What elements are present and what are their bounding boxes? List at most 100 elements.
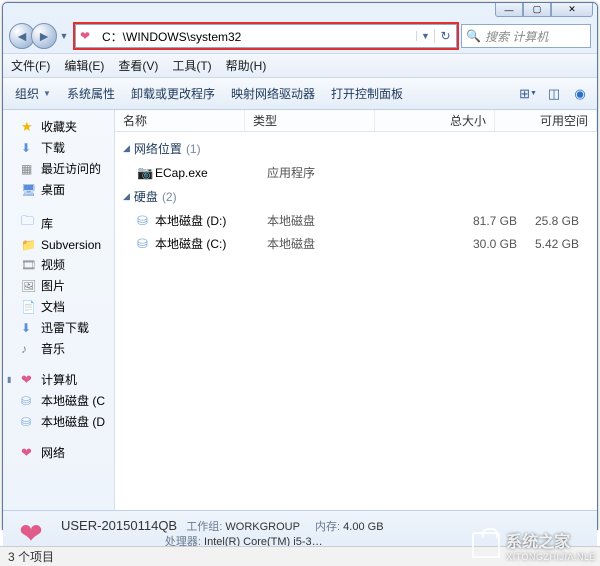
status-text: 3 个项目	[8, 548, 54, 565]
item-free: 25.8 GB	[517, 214, 589, 228]
group-title: 硬盘	[134, 188, 158, 205]
explorer-window: — ▢ ✕ ◄ ► ▼ ❤ C：\WINDOWS\system32 ▼ ↻ 🔍 …	[2, 2, 598, 530]
navbar: ◄ ► ▼ ❤ C：\WINDOWS\system32 ▼ ↻ 🔍 搜索 计算机	[3, 19, 597, 53]
item-icon: ⛁	[137, 236, 155, 252]
sidebar-item[interactable]: ⬇ 下载	[7, 137, 110, 158]
maximize-button[interactable]: ▢	[523, 3, 551, 17]
search-icon: 🔍	[466, 29, 481, 43]
sidebar-item-icon: ⛁	[21, 415, 37, 429]
sidebar-item-icon: 🖥	[21, 183, 37, 197]
sidebar-favorites[interactable]: ★收藏夹	[7, 116, 110, 137]
sidebar-item-label: 迅雷下载	[41, 319, 89, 336]
nav-forward-button[interactable]: ►	[31, 23, 57, 49]
col-type[interactable]: 类型	[245, 110, 375, 131]
collapse-icon: ◢	[123, 143, 130, 154]
sidebar-item-icon: ♪	[21, 342, 37, 356]
preview-pane-icon[interactable]: ◫	[543, 84, 565, 104]
address-dropdown[interactable]: ▼	[416, 31, 434, 41]
help-icon[interactable]: ◉	[569, 84, 591, 104]
sidebar-item-icon: 📁	[21, 238, 37, 252]
sidebar-item-label: 本地磁盘 (C	[41, 392, 105, 409]
sidebar-item[interactable]: 📁 Subversion	[7, 236, 110, 254]
details-name: USER-20150114QB	[61, 518, 177, 533]
menu-help[interactable]: 帮助(H)	[226, 57, 267, 74]
list-item[interactable]: 📷ECap.exe应用程序	[115, 161, 597, 184]
list-item[interactable]: ⛁本地磁盘 (D:)本地磁盘81.7 GB25.8 GB	[115, 209, 597, 232]
address-bar[interactable]: ❤ C：\WINDOWS\system32 ▼ ↻	[75, 24, 457, 48]
sidebar: ★收藏夹 ⬇ 下载 ▦最近访问的 🖥 桌面 🗀库 📁 Subversion 🎞 视频 🖼 图片 📄 文…	[3, 110, 115, 510]
sidebar-network[interactable]: ❤网络	[7, 442, 110, 463]
sidebar-item[interactable]: 🖥 桌面	[7, 179, 110, 200]
sidebar-item-icon: 🎞	[21, 258, 37, 272]
group-header[interactable]: ◢ 网络位置 (1)	[115, 136, 597, 161]
address-path[interactable]: C：\WINDOWS\system32	[100, 28, 416, 45]
sidebar-item[interactable]: 📄 文档	[7, 296, 110, 317]
sidebar-computer[interactable]: ▮❤计算机	[7, 369, 110, 390]
sidebar-item-icon: 🖼	[21, 279, 37, 293]
sidebar-item-icon: ⬇	[21, 141, 37, 155]
item-size: 81.7 GB	[397, 214, 517, 228]
search-placeholder: 搜索 计算机	[485, 28, 548, 45]
search-input[interactable]: 🔍 搜索 计算机	[461, 24, 591, 48]
col-name[interactable]: 名称	[115, 110, 245, 131]
menubar: 文件(F) 编辑(E) 查看(V) 工具(T) 帮助(H)	[3, 53, 597, 78]
view-options-icon[interactable]: ⊞▼	[517, 84, 539, 104]
group-header[interactable]: ◢硬盘 (2)	[115, 184, 597, 209]
statusbar: 3 个项目	[0, 546, 600, 566]
toolbar: 组织▼ 系统属性 卸载或更改程序 映射网络驱动器 打开控制面板 ⊞▼ ◫ ◉	[3, 78, 597, 110]
item-type: 本地磁盘	[267, 212, 397, 229]
col-free[interactable]: 可用空间	[495, 110, 597, 131]
sidebar-item[interactable]: 🎞 视频	[7, 254, 110, 275]
item-name: ECap.exe	[155, 166, 267, 180]
sidebar-item-icon: 📄	[21, 300, 37, 314]
item-icon: ⛁	[137, 213, 155, 229]
sidebar-item-label: 文档	[41, 298, 65, 315]
group-title: 网络位置	[134, 140, 182, 157]
close-button[interactable]: ✕	[551, 3, 593, 17]
system-properties-button[interactable]: 系统属性	[61, 82, 121, 105]
control-panel-button[interactable]: 打开控制面板	[325, 82, 409, 105]
sidebar-libraries[interactable]: 🗀库	[7, 210, 110, 236]
item-icon: 📷	[137, 165, 155, 181]
item-name: 本地磁盘 (D:)	[155, 212, 267, 229]
menu-view[interactable]: 查看(V)	[118, 57, 158, 74]
explorer-body: ★收藏夹 ⬇ 下载 ▦最近访问的 🖥 桌面 🗀库 📁 Subversion 🎞 视频 🖼 图片 📄 文…	[3, 110, 597, 510]
sidebar-item-label: 下载	[41, 139, 65, 156]
sidebar-item[interactable]: 🖼 图片	[7, 275, 110, 296]
sidebar-item[interactable]: ♪ 音乐	[7, 338, 110, 359]
sidebar-item[interactable]: ⛁ 本地磁盘 (C	[7, 390, 110, 411]
sidebar-item-icon: ▦	[21, 162, 37, 176]
nav-history-dropdown[interactable]: ▼	[57, 24, 71, 48]
sidebar-item-icon: ⬇	[21, 321, 37, 335]
menu-tools[interactable]: 工具(T)	[172, 57, 211, 74]
group-count: (1)	[186, 142, 201, 156]
sidebar-item-label: 本地磁盘 (D	[41, 413, 105, 430]
titlebar: — ▢ ✕	[3, 3, 597, 19]
group-count: (2)	[162, 190, 177, 204]
item-type: 应用程序	[267, 164, 397, 181]
item-name: 本地磁盘 (C:)	[155, 235, 267, 252]
sidebar-item-label: 桌面	[41, 181, 65, 198]
item-size: 30.0 GB	[397, 237, 517, 251]
sidebar-item-label: 视频	[41, 256, 65, 273]
menu-file[interactable]: 文件(F)	[11, 57, 50, 74]
address-icon: ❤	[80, 29, 96, 43]
sidebar-item[interactable]: ⛁ 本地磁盘 (D	[7, 411, 110, 432]
file-list: 名称 类型 总大小 可用空间 ◢网络位置 (1)📷ECap.exe应用程序◢硬盘…	[115, 110, 597, 510]
sidebar-item-label: Subversion	[41, 238, 101, 252]
sidebar-item[interactable]: ⬇ 迅雷下载	[7, 317, 110, 338]
organize-button[interactable]: 组织▼	[9, 82, 57, 105]
uninstall-programs-button[interactable]: 卸载或更改程序	[125, 82, 221, 105]
item-type: 本地磁盘	[267, 235, 397, 252]
menu-edit[interactable]: 编辑(E)	[64, 57, 104, 74]
col-size[interactable]: 总大小	[375, 110, 495, 131]
list-item[interactable]: ⛁本地磁盘 (C:)本地磁盘30.0 GB5.42 GB	[115, 232, 597, 255]
sidebar-item[interactable]: ▦最近访问的	[7, 158, 110, 179]
sidebar-item-label: 图片	[41, 277, 65, 294]
column-headers: 名称 类型 总大小 可用空间	[115, 110, 597, 132]
sidebar-item-label: 音乐	[41, 340, 65, 357]
minimize-button[interactable]: —	[495, 3, 523, 17]
sidebar-item-icon: ⛁	[21, 394, 37, 408]
refresh-button[interactable]: ↻	[434, 29, 456, 43]
map-drive-button[interactable]: 映射网络驱动器	[225, 82, 321, 105]
